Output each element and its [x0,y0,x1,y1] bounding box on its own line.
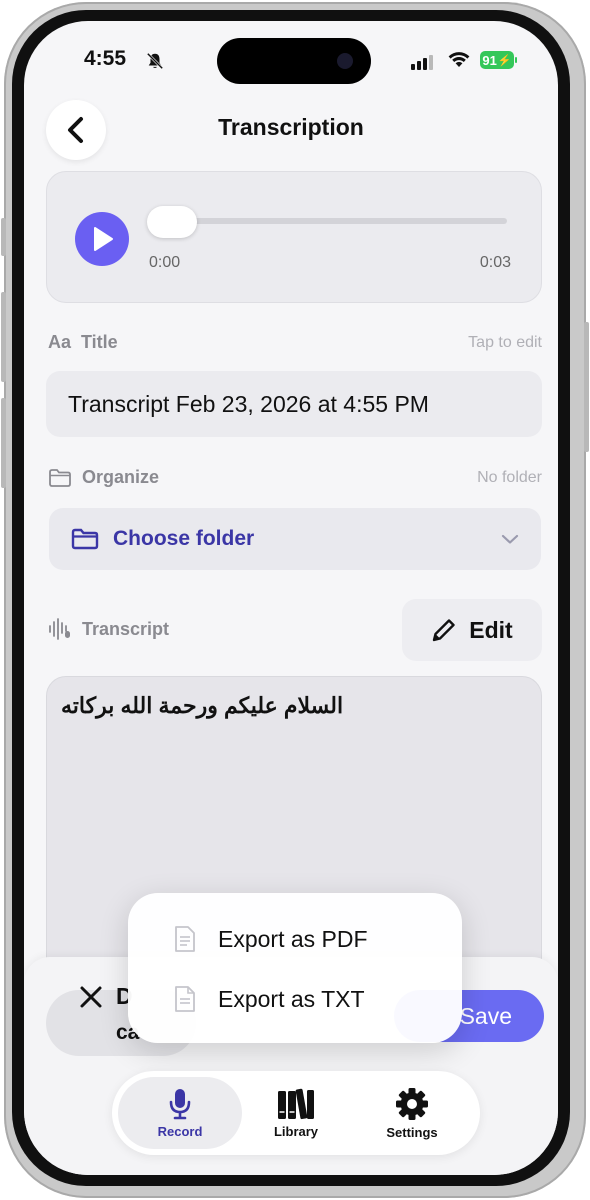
power-button [584,322,589,452]
library-icon [278,1088,314,1119]
transcript-section-header: Transcript [48,618,169,640]
folder-icon [71,528,99,550]
camera-icon [337,53,353,69]
play-button[interactable] [75,212,129,266]
silent-switch [1,218,6,256]
txt-document-icon [175,986,195,1012]
title-section-header: Aa Title Tap to edit [48,332,542,353]
waveform-icon [49,618,70,640]
organize-label: Organize [82,467,160,487]
close-icon [80,986,102,1008]
title-field[interactable]: Transcript Feb 23, 2026 at 4:55 PM [46,371,542,437]
gear-icon [396,1087,428,1120]
edit-label: Edit [469,616,513,643]
transcript-label-group: Transcript [48,618,169,640]
export-menu: Export as PDF Export as TXT [128,893,462,1043]
tab-bar: Record Library Settings [112,1071,480,1155]
title-hint: Tap to edit [468,333,542,351]
tab-settings[interactable]: Settings [350,1077,474,1149]
screen: 4:55 91 ⚡ Transcription 0:00 0:03 Aa Titl… [24,21,558,1175]
title-label-group: Aa Title [48,332,118,353]
microphone-icon [169,1088,191,1119]
charging-bolt: ⚡ [497,54,512,67]
pdf-document-icon [175,926,195,952]
choose-folder-select[interactable]: Choose folder [49,508,541,570]
total-time: 0:03 [479,254,511,271]
play-icon [94,227,113,251]
text-format-icon: Aa [48,332,72,352]
tab-library-label: Library [273,1123,319,1139]
page-title: Transcription [218,114,364,140]
transcript-label: Transcript [82,618,170,639]
signal-icon [411,55,433,70]
save-label: Save [459,1002,512,1029]
volume-up-button [1,292,6,382]
folder-outline-icon [49,468,71,487]
organize-section-header: Organize No folder [48,467,542,488]
chevron-down-icon [501,534,519,544]
playback-track[interactable] [151,218,507,224]
volume-down-button [1,398,6,488]
battery-level: 91 [482,52,497,68]
organize-label-group: Organize [48,467,159,488]
edit-button[interactable]: Edit [402,599,542,661]
wifi-icon [448,52,470,67]
tab-settings-label: Settings [386,1124,438,1140]
title-label: Title [81,332,118,352]
export-txt-label: Export as TXT [218,985,365,1012]
pencil-icon [433,619,455,642]
choose-folder-label: Choose folder [113,527,255,550]
organize-hint: No folder [477,468,542,486]
bell-muted-icon [146,52,164,70]
audio-player: 0:00 0:03 [46,171,542,303]
transcript-text: السلام عليكم ورحمة الله بركاته [61,693,344,718]
battery-icon: 91 ⚡ [480,51,514,69]
tab-record[interactable]: Record [118,1077,242,1149]
export-pdf-label: Export as PDF [218,925,368,952]
status-time: 4:55 [84,47,127,70]
tab-library[interactable]: Library [234,1077,358,1149]
export-txt-item[interactable]: Export as TXT [128,971,462,1027]
dynamic-island [217,38,371,84]
current-time: 0:00 [149,254,181,271]
export-pdf-item[interactable]: Export as PDF [128,911,462,967]
playback-scrubber[interactable] [147,206,197,238]
tab-record-label: Record [157,1123,203,1139]
battery-tip [515,57,517,63]
